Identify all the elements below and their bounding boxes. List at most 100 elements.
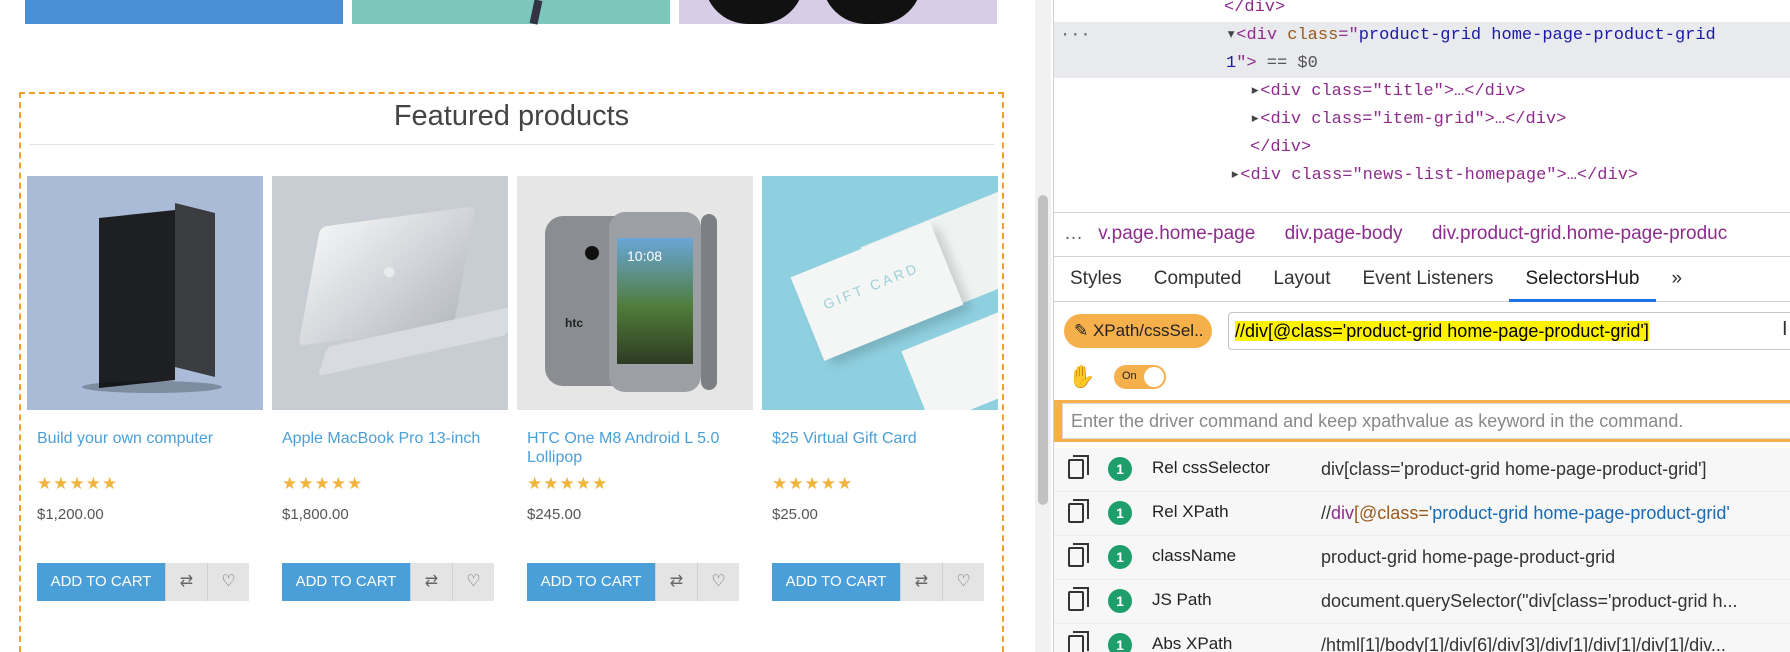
product-price: $25.00 [772,506,818,523]
product-name-link[interactable]: Build your own computer [37,429,259,448]
toggle-knob [1144,367,1164,387]
hand-money-icon[interactable]: ✋ [1068,360,1102,394]
match-count-badge: 1 [1108,457,1132,481]
rating-stars: ★★★★★ [527,474,609,493]
result-value[interactable]: product-grid home-page-product-grid [1321,547,1615,568]
on-toggle[interactable]: On [1114,365,1166,389]
result-label: Rel XPath [1152,502,1229,521]
compare-icon[interactable]: ⇄ [410,563,452,601]
product-image[interactable]: htc 10:08 [517,176,753,410]
selector-query-text: //div[@class='product-grid home-page-pro… [1235,321,1649,341]
copy-icon[interactable] [1068,455,1089,479]
wishlist-heart-icon[interactable]: ♡ [697,563,739,601]
result-row: 1 Rel XPath //div[@class='product-grid h… [1054,492,1790,536]
product-image[interactable]: ● [272,176,508,410]
selector-row: ✎ XPath/cssSel.. //div[@class='product-g… [1064,312,1790,352]
dom-node-selected[interactable]: ··· ▾<div class="product-grid home-page-… [1054,22,1790,50]
result-row: 1 JS Path document.querySelector("div[cl… [1054,580,1790,624]
result-label: JS Path [1152,590,1212,609]
scrollbar-thumb[interactable] [1038,195,1048,505]
collapse-triangle-icon[interactable]: ▾ [1226,26,1236,45]
devtools-panel: </div> ··· ▾<div class="product-grid hom… [1053,0,1790,652]
banner-2[interactable] [352,0,670,25]
match-count-badge: 1 [1108,633,1132,652]
tab-event-listeners[interactable]: Event Listeners [1346,256,1509,302]
tab-computed[interactable]: Computed [1138,256,1258,302]
breadcrumb-item[interactable]: div.product-grid.home-page-produc [1432,223,1727,244]
dom-node[interactable]: </div> [1250,134,1311,162]
breadcrumb-item[interactable]: v.page.home-page [1098,223,1255,244]
screen: Featured products Build your own compute… [0,0,1790,652]
more-tabs-icon[interactable]: » [1656,256,1699,302]
product-buttons: ADD TO CART ⇄ ♡ [772,563,984,601]
product-card: GIFT CARD $25 Virtual Gift Card ★★★★★ $2… [762,176,998,652]
copy-icon[interactable] [1068,543,1089,567]
breadcrumb: … v.page.home-page div.page-body div.pro… [1054,212,1790,254]
dom-node[interactable]: ▸<div class="item-grid">…</div> [1250,106,1566,134]
dom-node[interactable]: ▸<div class="news-list-homepage">…</div> [1230,162,1638,190]
pencil-icon: ✎ [1074,321,1093,340]
tab-styles[interactable]: Styles [1054,256,1138,302]
wishlist-heart-icon[interactable]: ♡ [207,563,249,601]
expand-triangle-icon[interactable]: ▸ [1230,166,1240,185]
result-value[interactable]: document.querySelector("div[class='produ… [1321,591,1738,612]
product-image[interactable]: GIFT CARD [762,176,998,410]
product-card: Build your own computer ★★★★★ $1,200.00 … [27,176,263,652]
match-count-badge: 1 [1108,545,1132,569]
wishlist-heart-icon[interactable]: ♡ [942,563,984,601]
product-name-link[interactable]: $25 Virtual Gift Card [772,429,994,448]
result-value[interactable]: div[class='product-grid home-page-produc… [1321,459,1707,480]
more-options-icon[interactable]: ··· [1060,22,1091,50]
dom-node[interactable]: ▸<div class="title">…</div> [1250,78,1526,106]
tab-selectorshub[interactable]: SelectorsHub [1509,256,1656,302]
product-price: $245.00 [527,506,582,523]
add-to-cart-button[interactable]: ADD TO CART [282,563,410,601]
product-price: $1,800.00 [282,506,349,523]
elements-tree: </div> ··· ▾<div class="product-grid hom… [1054,0,1790,210]
tab-layout[interactable]: Layout [1257,256,1346,302]
section-title: Featured products [393,100,630,132]
headphone-shape [704,0,804,24]
product-buttons: ADD TO CART ⇄ ♡ [282,563,494,601]
product-name-link[interactable]: Apple MacBook Pro 13-inch [282,429,504,448]
server-tower-shape [99,210,175,388]
product-name-link[interactable]: HTC One M8 Android L 5.0 Lollipop [527,429,749,467]
rating-stars: ★★★★★ [37,474,119,493]
copy-icon[interactable] [1068,499,1089,523]
breadcrumb-more-icon[interactable]: … [1064,223,1083,244]
result-label: Rel cssSelector [1152,458,1271,477]
compare-icon[interactable]: ⇄ [165,563,207,601]
wishlist-heart-icon[interactable]: ♡ [452,563,494,601]
expand-triangle-icon[interactable]: ▸ [1250,82,1260,101]
rating-stars: ★★★★★ [282,474,364,493]
dom-node[interactable]: </div> [1224,0,1285,22]
banner-1[interactable] [25,0,343,24]
product-image[interactable] [27,176,263,410]
banner-3[interactable] [679,0,997,24]
product-price: $1,200.00 [37,506,104,523]
driver-command-input[interactable]: Enter the driver command and keep xpathv… [1062,403,1790,439]
phone-screen: 10:08 [617,238,693,364]
phone-front-shape: 10:08 [609,212,701,392]
expand-triangle-icon[interactable]: ▸ [1250,110,1260,129]
add-to-cart-button[interactable]: ADD TO CART [772,563,900,601]
result-row: 1 Abs XPath /html[1]/body[1]/div[6]/div[… [1054,624,1790,652]
dom-node-selected-cont[interactable]: 1"> == $0 [1054,50,1790,78]
breadcrumb-item[interactable]: div.page-body [1285,223,1403,244]
text-cursor-icon: I [1782,318,1788,340]
product-buttons: ADD TO CART ⇄ ♡ [37,563,249,601]
result-value[interactable]: /html[1]/body[1]/div[6]/div[3]/div[1]/di… [1321,635,1726,652]
copy-icon[interactable] [1068,631,1089,652]
product-card: htc 10:08 HTC One M8 Android L 5.0 Lolli… [517,176,753,652]
compare-icon[interactable]: ⇄ [655,563,697,601]
banner-figure [529,0,543,25]
selector-input[interactable]: //div[@class='product-grid home-page-pro… [1228,312,1790,350]
add-to-cart-button[interactable]: ADD TO CART [527,563,655,601]
selector-mode-button[interactable]: ✎ XPath/cssSel.. [1064,314,1212,348]
compare-icon[interactable]: ⇄ [900,563,942,601]
add-to-cart-button[interactable]: ADD TO CART [37,563,165,601]
page-scrollbar[interactable] [1035,0,1051,652]
shadow [82,381,222,393]
result-value[interactable]: //div[@class='product-grid home-page-pro… [1321,503,1730,524]
copy-icon[interactable] [1068,587,1089,611]
